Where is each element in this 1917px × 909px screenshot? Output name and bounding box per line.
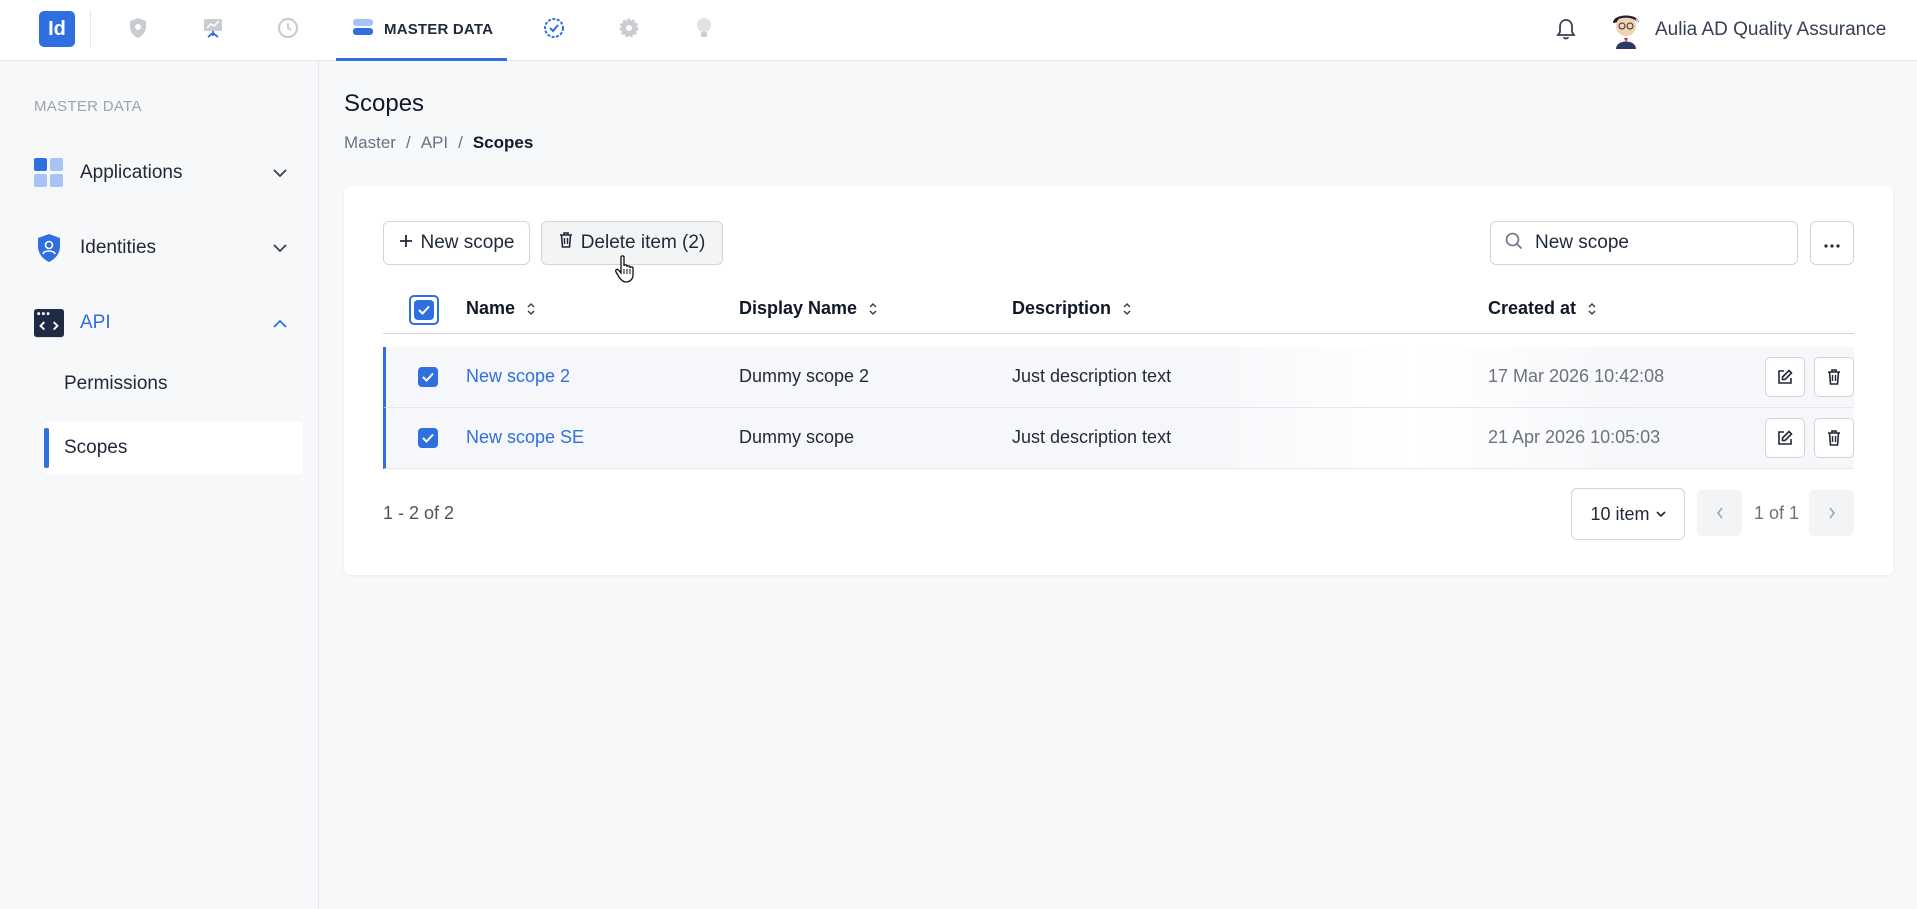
page-size-value: 10 item (1590, 503, 1650, 524)
select-all-checkbox[interactable] (409, 295, 439, 325)
sidebar-section-title: MASTER DATA (34, 98, 142, 115)
chevron-left-icon (1716, 507, 1723, 519)
applications-grid-icon (34, 158, 64, 188)
column-header-created-at[interactable]: Created at (1488, 298, 1598, 319)
search-box[interactable] (1490, 221, 1798, 265)
app-logo[interactable]: Id (39, 11, 75, 47)
avatar[interactable] (1607, 9, 1645, 49)
sidebar-item-label: Identities (80, 237, 157, 258)
column-header-display-name[interactable]: Display Name (739, 298, 879, 319)
identity-shield-icon (34, 233, 64, 263)
scope-created-at: 17 Mar 2026 10:42:08 (1488, 366, 1665, 386)
sort-icon (869, 302, 877, 315)
scope-description: Just description text (1012, 366, 1172, 386)
hand-cursor-icon (615, 255, 637, 283)
database-icon (352, 17, 374, 42)
trash-icon (1828, 430, 1840, 446)
scopes-card: New scope Delete item (2) Name (344, 186, 1893, 575)
plus-icon (399, 232, 413, 254)
edit-button[interactable] (1765, 418, 1805, 458)
chevron-up-icon (270, 313, 290, 333)
user-name[interactable]: Aulia AD Quality Assurance (1655, 19, 1886, 41)
sort-icon (1588, 302, 1596, 315)
delete-button[interactable] (1814, 418, 1854, 458)
checkbox-checked (414, 300, 434, 320)
scope-description: Just description text (1012, 427, 1172, 447)
page-title: Scopes (344, 90, 425, 117)
scope-name-link[interactable]: New scope 2 (466, 366, 570, 387)
sidebar-subitem-scopes[interactable]: Scopes (44, 422, 303, 474)
table-row[interactable]: New scope SE Dummy scope Just descriptio… (383, 408, 1854, 469)
scope-name-link[interactable]: New scope SE (466, 427, 584, 448)
row-checkbox[interactable] (418, 367, 438, 387)
divider (90, 10, 91, 48)
table-header: Name Display Name Description Created at (383, 284, 1854, 334)
column-header-name[interactable]: Name (466, 298, 537, 319)
sidebar-subitem-permissions[interactable]: Permissions (44, 358, 303, 410)
gear-icon[interactable] (615, 14, 643, 42)
breadcrumb-separator: / (405, 133, 411, 152)
sort-icon (527, 302, 535, 315)
column-label: Description (1012, 298, 1112, 318)
edit-icon (1778, 369, 1793, 384)
sidebar-item-api[interactable]: API (34, 303, 290, 343)
sidebar-item-applications[interactable]: Applications (34, 153, 290, 193)
column-label: Display Name (739, 298, 858, 318)
column-label: Created at (1488, 298, 1577, 318)
breadcrumb-separator: / (458, 133, 463, 152)
page-indicator: 1 of 1 (1754, 503, 1800, 523)
search-input[interactable] (1535, 232, 1765, 254)
more-options-button[interactable] (1810, 221, 1854, 265)
column-label: Name (466, 298, 516, 318)
chevron-down-icon (1655, 510, 1666, 517)
trash-icon (559, 232, 573, 254)
sidebar-item-label: API (80, 312, 111, 333)
trash-icon (1828, 369, 1840, 385)
more-horizontal-icon (1824, 232, 1840, 254)
code-window-icon (34, 308, 64, 338)
breadcrumb: Master / API / Scopes (344, 133, 533, 153)
sidebar-item-identities[interactable]: Identities (34, 228, 290, 268)
chevron-down-icon (270, 163, 290, 183)
search-icon (1505, 232, 1523, 255)
tab-master-data[interactable]: MASTER DATA (336, 0, 507, 61)
table-row[interactable]: New scope 2 Dummy scope 2 Just descripti… (383, 347, 1854, 408)
shield-icon[interactable] (124, 14, 152, 42)
notification-bell-icon[interactable] (1553, 16, 1579, 42)
next-page-button[interactable] (1809, 490, 1854, 536)
history-icon[interactable] (274, 14, 302, 42)
top-navigation-bar: Id MASTER DATA Aulia AD Quality Assuranc… (0, 0, 1917, 61)
sidebar: MASTER DATA Applications Identities API … (0, 61, 319, 909)
delete-button[interactable] (1814, 357, 1854, 397)
previous-page-button[interactable] (1697, 490, 1742, 536)
page-size-select[interactable]: 10 item (1571, 488, 1685, 540)
breadcrumb-item-api[interactable]: API (421, 133, 448, 153)
sidebar-item-label: Applications (80, 162, 183, 183)
scope-display-name: Dummy scope (739, 427, 855, 447)
lightbulb-icon[interactable] (690, 14, 718, 42)
column-header-description[interactable]: Description (1012, 298, 1133, 319)
edit-button[interactable] (1765, 357, 1805, 397)
breadcrumb-item-master[interactable]: Master (344, 133, 396, 153)
chevron-right-icon (1828, 507, 1835, 519)
edit-icon (1778, 430, 1793, 445)
button-label: Delete item (2) (580, 232, 706, 253)
sort-icon (1123, 302, 1131, 315)
button-label: New scope (420, 232, 515, 253)
new-scope-button[interactable]: New scope (383, 221, 530, 265)
scope-created-at: 21 Apr 2026 10:05:03 (1488, 427, 1661, 447)
pagination-range: 1 - 2 of 2 (383, 503, 455, 523)
scope-display-name: Dummy scope 2 (739, 366, 870, 386)
tab-label: MASTER DATA (384, 20, 494, 38)
row-checkbox[interactable] (418, 428, 438, 448)
breadcrumb-item-current: Scopes (472, 133, 534, 152)
badge-check-icon[interactable] (540, 14, 568, 42)
presentation-chart-icon[interactable] (199, 14, 227, 42)
chevron-down-icon (270, 238, 290, 258)
